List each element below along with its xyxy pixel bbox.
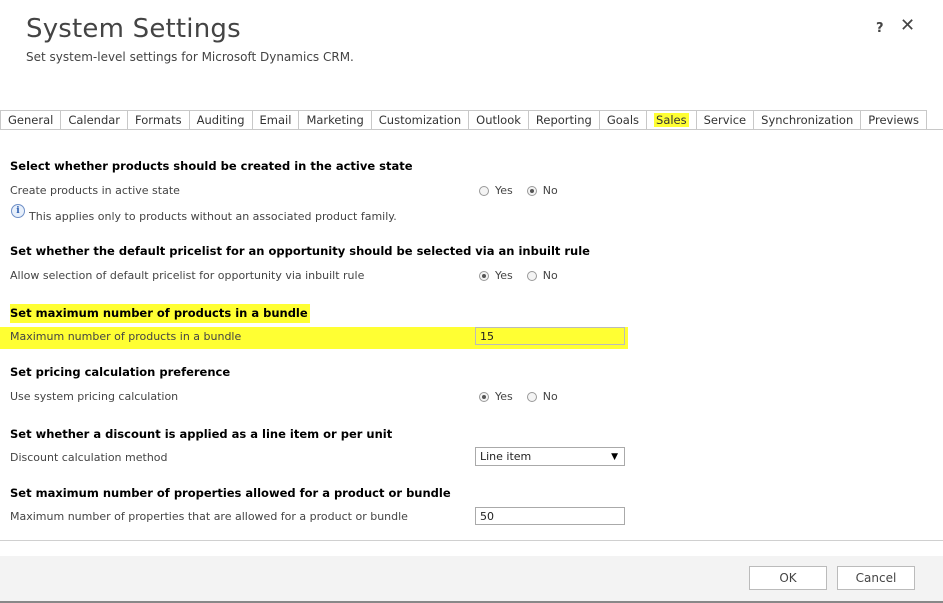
active-state-label: Create products in active state bbox=[10, 184, 180, 197]
discount-select-value: Line item bbox=[480, 450, 532, 463]
tab-label: Calendar bbox=[68, 113, 121, 127]
pricelist-label: Allow selection of default pricelist for… bbox=[10, 269, 365, 282]
tab-label: Goals bbox=[606, 113, 640, 127]
pricelist-no-radio[interactable] bbox=[526, 270, 537, 281]
dialog-footer: OK Cancel bbox=[0, 556, 943, 603]
tab-formats[interactable]: Formats bbox=[127, 110, 190, 129]
tab-label: Marketing bbox=[306, 113, 364, 127]
dropdown-arrow-icon: ▼ bbox=[611, 452, 618, 462]
cancel-button[interactable]: Cancel bbox=[837, 566, 915, 590]
radio-label-yes: Yes bbox=[495, 269, 513, 282]
pricelist-yes-radio[interactable] bbox=[479, 270, 489, 281]
tab-auditing[interactable]: Auditing bbox=[188, 110, 253, 129]
pricelist-heading: Set whether the default pricelist for an… bbox=[10, 244, 590, 258]
tab-label: Auditing bbox=[196, 113, 245, 127]
pricing-radio-group: Yes No bbox=[479, 390, 572, 403]
tab-general[interactable]: General bbox=[0, 110, 62, 129]
tab-synchronization[interactable]: Synchronization bbox=[753, 110, 862, 129]
info-icon: i bbox=[11, 204, 25, 218]
radio-label-no: No bbox=[542, 269, 558, 282]
bundle-heading-text: Set maximum number of products in a bund… bbox=[10, 304, 310, 323]
tab-calendar[interactable]: Calendar bbox=[60, 110, 129, 129]
properties-heading: Set maximum number of properties allowed… bbox=[10, 486, 451, 500]
info-note: This applies only to products without an… bbox=[29, 210, 397, 223]
discount-heading: Set whether a discount is applied as a l… bbox=[10, 427, 393, 441]
footer-divider bbox=[0, 540, 943, 541]
close-button[interactable]: ✕ bbox=[900, 17, 915, 35]
pricing-heading: Set pricing calculation preference bbox=[10, 365, 231, 379]
active-state-no-radio[interactable] bbox=[526, 185, 537, 196]
settings-tabs: General Calendar Formats Auditing Email … bbox=[0, 110, 928, 130]
radio-label-yes: Yes bbox=[495, 390, 513, 403]
pricelist-radio-group: Yes No bbox=[479, 269, 572, 282]
properties-max-input[interactable] bbox=[475, 507, 625, 525]
radio-label-yes: Yes bbox=[495, 184, 513, 197]
tab-label: Service bbox=[703, 113, 747, 127]
tab-customization[interactable]: Customization bbox=[370, 110, 470, 129]
active-state-radio-group: Yes No bbox=[479, 184, 572, 197]
tab-service[interactable]: Service bbox=[695, 110, 755, 129]
discount-method-select[interactable]: Line item ▼ bbox=[475, 447, 625, 466]
tab-label: Customization bbox=[378, 113, 462, 127]
pricing-yes-radio[interactable] bbox=[479, 391, 489, 402]
pricing-label: Use system pricing calculation bbox=[10, 390, 179, 403]
tab-email[interactable]: Email bbox=[251, 110, 300, 129]
active-state-yes-radio[interactable] bbox=[479, 185, 489, 196]
pricing-no-radio[interactable] bbox=[526, 391, 537, 402]
tab-label: Email bbox=[259, 113, 292, 127]
radio-label-no: No bbox=[542, 390, 558, 403]
tab-label: Outlook bbox=[476, 113, 521, 127]
tab-sales[interactable]: Sales bbox=[646, 110, 697, 129]
tab-reporting[interactable]: Reporting bbox=[527, 110, 600, 129]
active-state-heading: Select whether products should be create… bbox=[10, 159, 413, 173]
bundle-label: Maximum number of products in a bundle bbox=[10, 330, 242, 343]
tab-previews[interactable]: Previews bbox=[860, 110, 928, 129]
tab-label: General bbox=[8, 113, 54, 127]
bundle-heading: Set maximum number of products in a bund… bbox=[10, 304, 310, 323]
tab-goals[interactable]: Goals bbox=[598, 110, 648, 129]
tab-label: Previews bbox=[868, 113, 920, 127]
discount-label: Discount calculation method bbox=[10, 451, 168, 464]
tab-marketing[interactable]: Marketing bbox=[298, 110, 372, 129]
ok-button[interactable]: OK bbox=[749, 566, 827, 590]
tab-label: Synchronization bbox=[761, 113, 854, 127]
page-subtitle: Set system-level settings for Microsoft … bbox=[26, 50, 354, 64]
help-button[interactable]: ? bbox=[876, 21, 884, 36]
bundle-max-input[interactable] bbox=[475, 327, 625, 345]
tab-divider bbox=[0, 129, 943, 130]
tab-label: Reporting bbox=[535, 113, 592, 127]
tab-label: Formats bbox=[135, 113, 182, 127]
properties-label: Maximum number of properties that are al… bbox=[10, 510, 408, 523]
tab-outlook[interactable]: Outlook bbox=[468, 110, 529, 129]
page-title: System Settings bbox=[26, 14, 241, 44]
radio-label-no: No bbox=[542, 184, 558, 197]
tab-label: Sales bbox=[654, 113, 689, 127]
